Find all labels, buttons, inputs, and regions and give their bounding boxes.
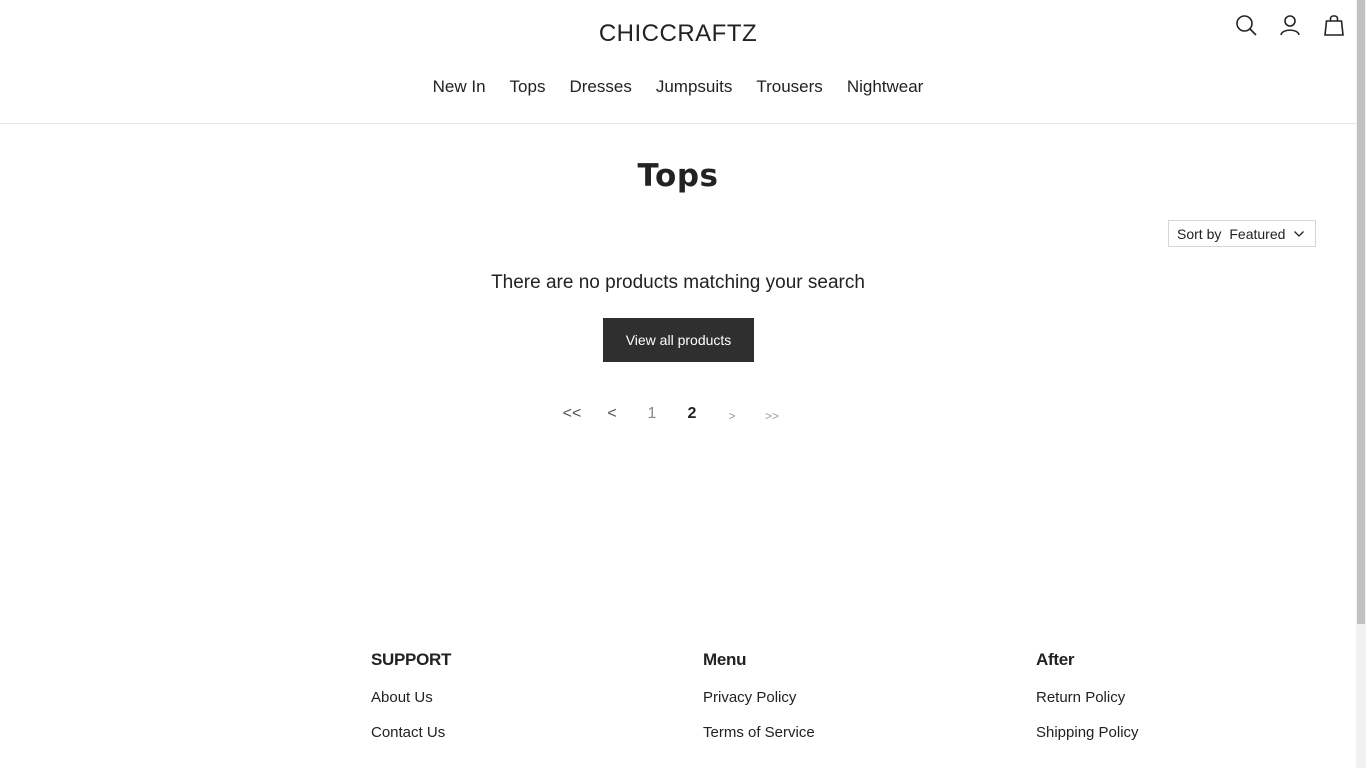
footer-column-after: After Return Policy Shipping Policy <box>1036 650 1139 741</box>
bag-icon[interactable] <box>1322 13 1346 37</box>
page: CHICCRAFTZ New In Tops Dresses Jumpsuits… <box>0 0 1366 768</box>
footer-heading: SUPPORT <box>371 650 452 669</box>
pagination: << < 1 2 > >> <box>552 405 792 429</box>
footer-heading: After <box>1036 650 1075 669</box>
page-title: Tops <box>637 158 719 194</box>
pagination-last[interactable]: >> <box>752 409 792 423</box>
nav-item-nightwear[interactable]: Nightwear <box>847 77 924 97</box>
footer-link-terms-of-service[interactable]: Terms of Service <box>703 724 815 741</box>
pagination-prev[interactable]: < <box>592 405 632 423</box>
scrollbar-thumb[interactable] <box>1357 0 1365 624</box>
nav-item-dresses[interactable]: Dresses <box>569 77 631 97</box>
pagination-next[interactable]: > <box>712 409 752 423</box>
chevron-down-icon <box>1294 231 1304 237</box>
pagination-page-1[interactable]: 1 <box>632 405 672 423</box>
header-icons <box>1234 13 1346 37</box>
footer-link-contact-us[interactable]: Contact Us <box>371 724 445 741</box>
pagination-first[interactable]: << <box>552 405 592 423</box>
nav-item-tops[interactable]: Tops <box>510 77 546 97</box>
nav-item-trousers[interactable]: Trousers <box>756 77 822 97</box>
nav-item-jumpsuits[interactable]: Jumpsuits <box>656 77 733 97</box>
sort-value: Featured <box>1229 225 1286 242</box>
site-header: CHICCRAFTZ New In Tops Dresses Jumpsuits… <box>0 0 1356 124</box>
pagination-page-current: 2 <box>687 405 697 422</box>
footer-heading: Menu <box>703 650 747 669</box>
view-all-products-button[interactable]: View all products <box>603 318 754 362</box>
footer-link-privacy-policy[interactable]: Privacy Policy <box>703 689 796 706</box>
sort-dropdown[interactable]: Sort by Featured <box>1168 220 1316 247</box>
footer-link-shipping-policy[interactable]: Shipping Policy <box>1036 724 1139 741</box>
site-logo[interactable]: CHICCRAFTZ <box>0 20 1356 48</box>
main-nav: New In Tops Dresses Jumpsuits Trousers N… <box>0 77 1356 97</box>
account-icon[interactable] <box>1278 13 1302 37</box>
footer-link-return-policy[interactable]: Return Policy <box>1036 689 1125 706</box>
scrollbar[interactable] <box>1356 0 1366 768</box>
search-icon[interactable] <box>1234 13 1258 37</box>
footer-column-menu: Menu Privacy Policy Terms of Service <box>703 650 815 741</box>
footer-link-about-us[interactable]: About Us <box>371 689 433 706</box>
sort-label: Sort by <box>1177 225 1222 242</box>
empty-results-message: There are no products matching your sear… <box>491 272 865 293</box>
nav-item-new-in[interactable]: New In <box>433 77 486 97</box>
footer-column-support: SUPPORT About Us Contact Us <box>371 650 452 741</box>
